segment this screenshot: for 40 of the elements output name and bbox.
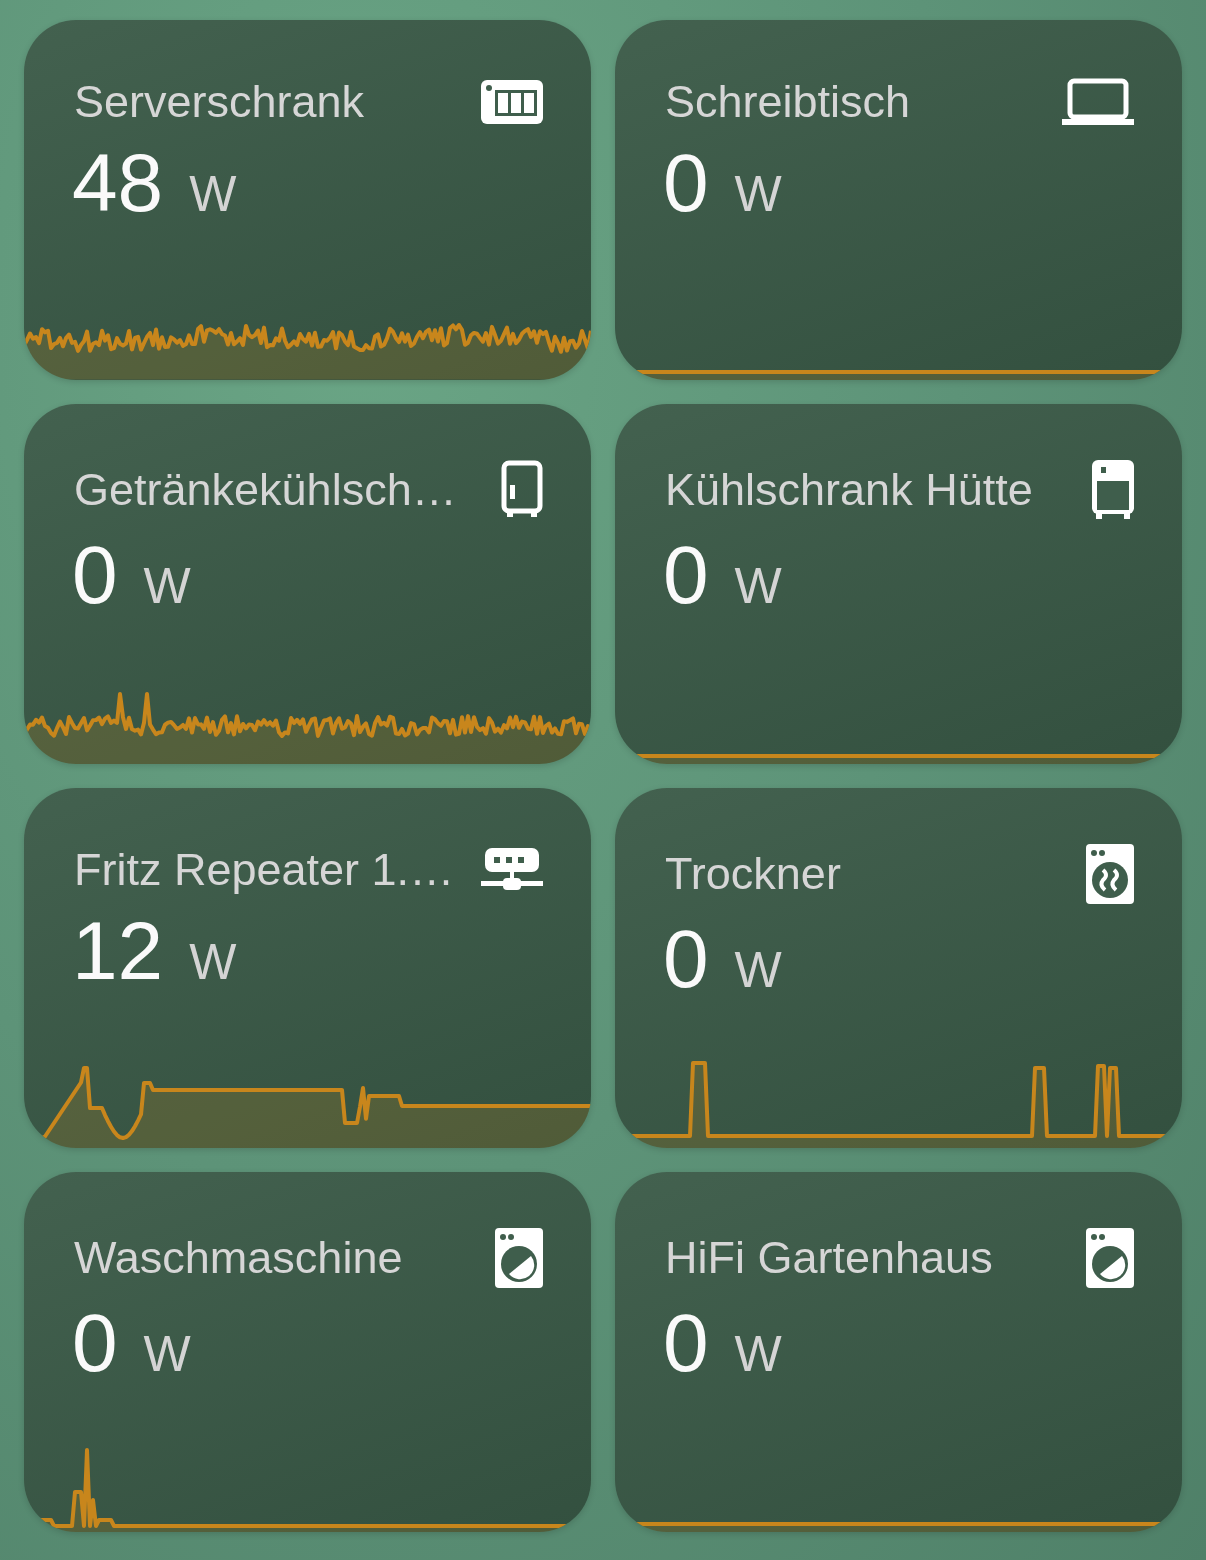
power-value: 0: [663, 534, 709, 616]
power-value: 0: [72, 1302, 118, 1384]
card-title: Fritz Repeater 1.…: [74, 844, 455, 896]
card-title: Getränkekühlsch…: [74, 464, 457, 516]
card-title: Serverschrank: [74, 76, 365, 128]
power-value: 12: [72, 910, 164, 992]
card-title: Kühlschrank Hütte: [665, 464, 1033, 516]
power-card[interactable]: HiFi Gartenhaus 0 W: [615, 1172, 1182, 1532]
power-unit: W: [734, 1325, 782, 1383]
power-unit: W: [189, 165, 237, 223]
power-card[interactable]: Trockner 0 W: [615, 788, 1182, 1148]
power-card[interactable]: Kühlschrank Hütte 0 W: [615, 404, 1182, 764]
fridge-icon: [501, 460, 543, 520]
power-value: 0: [663, 142, 709, 224]
laptop-icon: [1062, 78, 1134, 126]
power-card[interactable]: Serverschrank 48 W: [24, 20, 591, 380]
power-value: 0: [663, 918, 709, 1000]
network-icon: [481, 848, 543, 892]
card-title: Trockner: [665, 848, 841, 900]
card-title: Schreibtisch: [665, 76, 911, 128]
power-unit: W: [189, 933, 237, 991]
power-unit: W: [143, 557, 191, 615]
power-card[interactable]: Getränkekühlsch… 0 W: [24, 404, 591, 764]
power-unit: W: [734, 557, 782, 615]
washing-machine-icon: [495, 1228, 543, 1288]
power-unit: W: [734, 941, 782, 999]
power-unit: W: [143, 1325, 191, 1383]
power-card[interactable]: Schreibtisch 0 W: [615, 20, 1182, 380]
washing-machine-icon: [1086, 1228, 1134, 1288]
power-unit: W: [734, 165, 782, 223]
card-title: HiFi Gartenhaus: [665, 1232, 993, 1284]
power-card[interactable]: Waschmaschine 0 W: [24, 1172, 591, 1532]
dryer-icon: [1086, 844, 1134, 904]
fridge-icon: [1092, 460, 1134, 520]
power-card[interactable]: Fritz Repeater 1.… 12 W: [24, 788, 591, 1148]
power-value: 0: [663, 1302, 709, 1384]
server-icon: [481, 80, 543, 124]
card-title: Waschmaschine: [74, 1232, 403, 1284]
power-value: 48: [72, 142, 164, 224]
power-value: 0: [72, 534, 118, 616]
